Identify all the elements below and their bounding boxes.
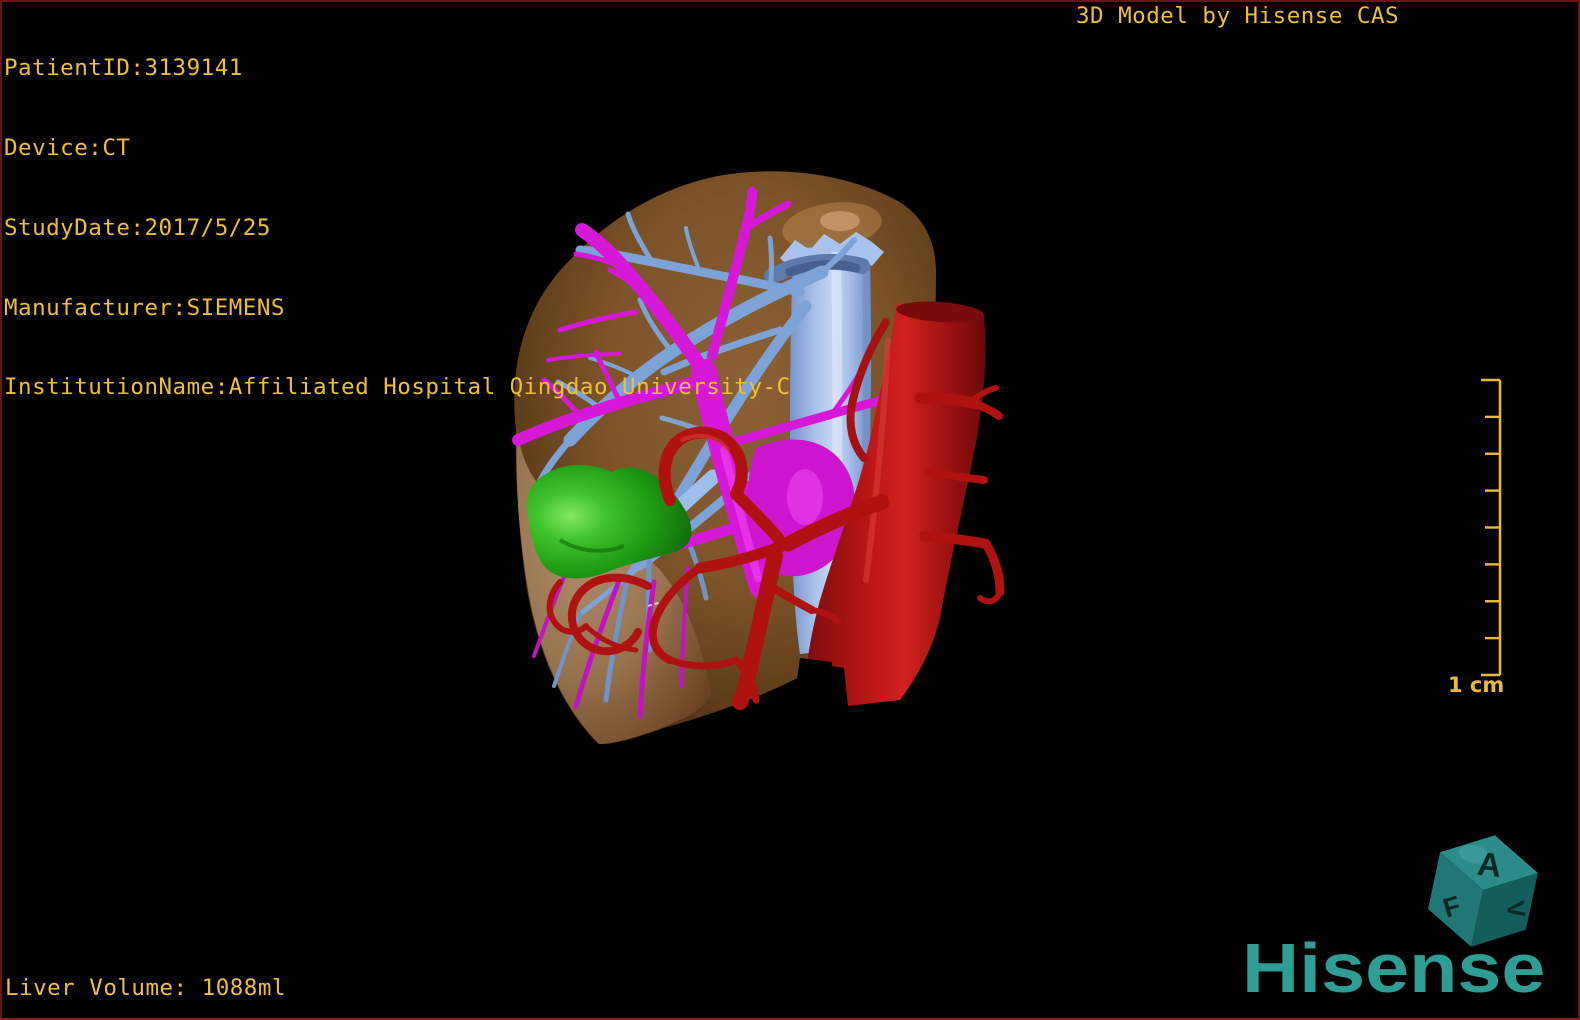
watermark-text: 3D Model by Hisense CAS <box>1076 3 1400 29</box>
patient-id-line: PatientID:3139141 <box>4 55 243 82</box>
liver-volume-label: Liver Volume: 1088ml <box>5 975 286 1001</box>
study-date-line: StudyDate:2017/5/25 <box>4 214 271 241</box>
patient-info-overlay: PatientID:3139141 Device:CT StudyDate:20… <box>4 2 791 454</box>
cube-letter-a: A <box>1476 845 1504 884</box>
hisense-logo: Hisense <box>1242 929 1546 1007</box>
institution-line: InstitutionName:Affiliated Hospital Qing… <box>4 374 791 401</box>
device-line: Device:CT <box>4 134 131 161</box>
scale-ruler: 1 cm <box>1448 378 1504 697</box>
manufacturer-line: Manufacturer:SIEMENS <box>4 294 285 321</box>
viewer-canvas: 1 cm A F V PatientID:3139141 Device:CT S… <box>0 0 1580 1020</box>
scale-label: 1 cm <box>1448 673 1504 697</box>
